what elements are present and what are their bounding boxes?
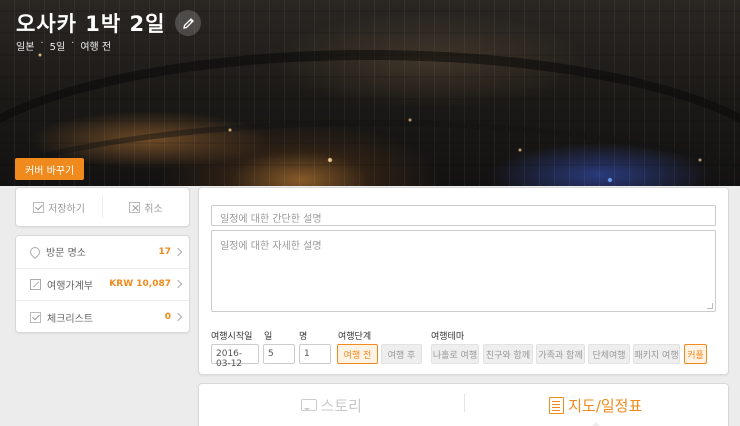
trip-stage: 여행 전 xyxy=(80,42,112,53)
trip-meta: 일본 · 5일 · 여행 전 xyxy=(16,38,111,53)
theme-chip-friends[interactable]: 친구와 함께 xyxy=(483,344,533,364)
trip-info-form: 일정에 대한 간단한 설명 일정에 대한 자세한 설명 여행시작일 일 명 여행… xyxy=(198,187,729,375)
people-input[interactable]: 1 xyxy=(299,344,331,364)
trip-country: 일본 xyxy=(16,42,35,53)
pencil-icon xyxy=(183,17,194,29)
trip-title: 오사카 1박 2일 xyxy=(16,12,166,36)
close-icon xyxy=(129,201,141,213)
title-row: 오사카 1박 2일 xyxy=(16,8,202,38)
long-description-textarea[interactable]: 일정에 대한 자세한 설명 xyxy=(211,230,716,312)
stage-before-chip[interactable]: 여행 전 xyxy=(337,344,378,364)
start-date-label: 여행시작일 xyxy=(211,332,253,342)
change-cover-button[interactable]: 커버 바꾸기 xyxy=(15,158,85,180)
cancel-label: 취소 xyxy=(144,203,163,215)
stage-after-chip[interactable]: 여행 후 xyxy=(381,344,422,364)
sidebar-item-value: 0 xyxy=(164,312,171,323)
checklist-icon xyxy=(30,311,41,323)
sidebar-item-value: KRW 10,087 xyxy=(109,279,171,290)
edit-title-button[interactable] xyxy=(175,10,202,36)
active-tab-pointer xyxy=(590,417,601,426)
chevron-right-icon xyxy=(173,247,183,256)
sidebar-item-label: 체크리스트 xyxy=(47,313,93,325)
start-date-input[interactable]: 2016-03-12 xyxy=(211,344,259,369)
document-icon xyxy=(549,396,565,414)
stage-label: 여행단계 xyxy=(338,332,372,342)
meta-separator: · xyxy=(40,38,44,49)
tab-story[interactable]: 스토리 xyxy=(199,384,464,426)
short-description-input[interactable]: 일정에 대한 간단한 설명 xyxy=(211,205,716,226)
theme-label: 여행테마 xyxy=(431,332,465,342)
save-button[interactable]: 저장하기 xyxy=(16,196,102,218)
tab-label: 스토리 xyxy=(320,396,362,415)
theme-chip-family[interactable]: 가족과 함께 xyxy=(536,344,585,364)
trip-summary-list: 방문 명소 17 여행가계부 KRW 10,087 체크리스트 0 xyxy=(15,235,190,333)
sidebar-item-budget[interactable]: 여행가계부 KRW 10,087 xyxy=(16,269,189,301)
tab-map-schedule[interactable]: 지도/일정표 xyxy=(463,384,729,426)
checkbox-icon xyxy=(33,201,45,213)
pin-icon xyxy=(27,244,43,259)
chevron-right-icon xyxy=(173,313,183,322)
sidebar-item-label: 여행가계부 xyxy=(47,280,93,292)
chevron-right-icon xyxy=(173,280,183,289)
sidebar-item-value: 17 xyxy=(158,246,171,257)
view-tabs: 스토리 지도/일정표 xyxy=(198,383,729,426)
theme-chip-package[interactable]: 패키지 여행 xyxy=(633,344,680,364)
meta-separator: · xyxy=(71,38,75,49)
long-description-placeholder: 일정에 대한 자세한 설명 xyxy=(220,241,322,252)
save-cancel-panel: 저장하기 취소 xyxy=(15,187,190,227)
sidebar-item-checklist[interactable]: 체크리스트 0 xyxy=(16,301,189,334)
theme-chip-couple[interactable]: 커플 xyxy=(684,344,707,364)
sidebar-item-label: 방문 명소 xyxy=(46,248,86,260)
sidebar-item-attractions[interactable]: 방문 명소 17 xyxy=(16,236,189,269)
people-label: 명 xyxy=(299,332,308,342)
days-input[interactable]: 5 xyxy=(263,344,295,364)
theme-chip-group[interactable]: 단체여행 xyxy=(588,344,630,364)
cancel-button[interactable]: 취소 xyxy=(102,196,189,218)
save-label: 저장하기 xyxy=(48,203,85,215)
trip-duration: 5일 xyxy=(49,42,66,53)
theme-chip-solo[interactable]: 나홀로 여행 xyxy=(431,344,479,364)
budget-icon xyxy=(30,278,41,290)
resize-handle[interactable] xyxy=(707,303,713,309)
speech-bubble-icon xyxy=(300,399,317,411)
tab-label: 지도/일정표 xyxy=(568,396,643,415)
days-label: 일 xyxy=(264,332,273,342)
